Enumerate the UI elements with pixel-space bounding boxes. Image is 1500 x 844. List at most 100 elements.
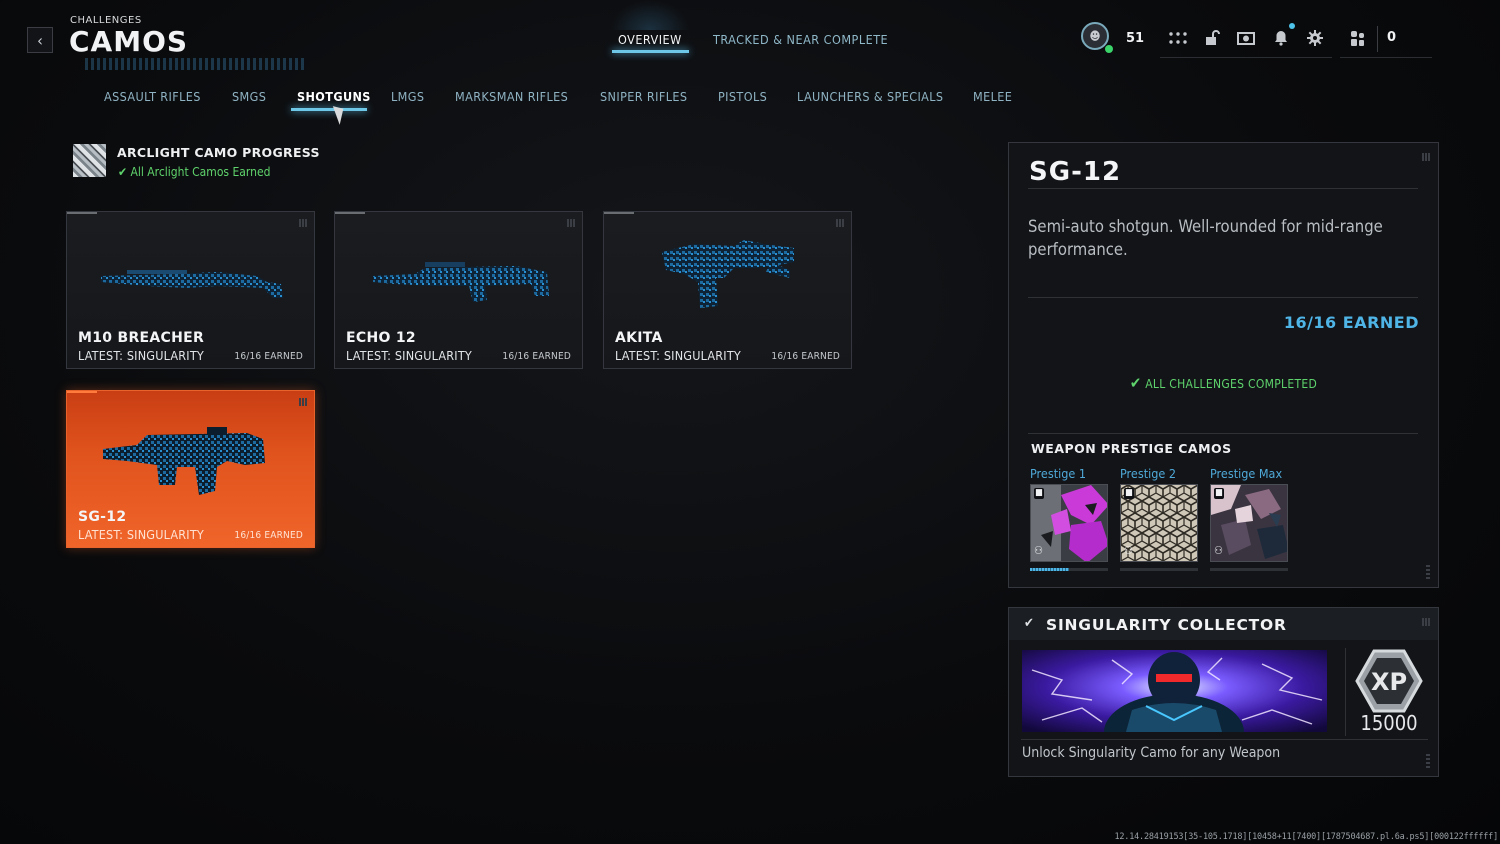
header-divider [1160, 57, 1332, 58]
prestige-2-label: Prestige 2 [1120, 466, 1177, 481]
weapon-card-sg-12[interactable]: SG-12 LATEST: SINGULARITY 16/16 EARNED [66, 390, 315, 548]
weapon-latest-camo: LATEST: SINGULARITY [346, 348, 472, 363]
weapon-card-m10-breacher[interactable]: M10 BREACHER LATEST: SINGULARITY 16/16 E… [66, 211, 315, 369]
detail-divider [1028, 297, 1418, 298]
detail-divider [1028, 188, 1418, 189]
weapon-name: SG-12 [78, 509, 127, 525]
tab-tracked-near-complete[interactable]: TRACKED & NEAR COMPLETE [713, 32, 888, 47]
tab-lmgs[interactable]: LMGS [391, 89, 424, 104]
grid-icon[interactable] [1167, 27, 1189, 49]
scroll-indicator[interactable] [1426, 754, 1430, 768]
weapon-earned-count: 16/16 EARNED [502, 351, 571, 362]
weapon-detail-panel: SG-12 Semi-auto shotgun. Well-rounded fo… [1008, 142, 1439, 588]
tab-shotguns-underline [291, 108, 367, 111]
online-status-dot [1105, 45, 1113, 53]
tab-sniper-rifles[interactable]: SNIPER RIFLES [600, 89, 687, 104]
header-vertical-divider [1377, 26, 1378, 52]
detail-weapon-name: SG-12 [1029, 157, 1122, 187]
weapon-latest-camo: LATEST: SINGULARITY [78, 348, 204, 363]
lock-icon: ■ [1034, 488, 1044, 499]
player-emblem-icon: ☻ [1089, 29, 1101, 43]
challenges-completed-status: ✔ ALL CHALLENGES COMPLETED [1129, 374, 1318, 392]
panel-corner-decoration [1422, 153, 1430, 161]
lock-icon: ■ [1214, 488, 1224, 499]
back-button[interactable]: ‹ [27, 27, 53, 53]
gear-icon[interactable] [1304, 27, 1326, 49]
prestige-section-title: WEAPON PRESTIGE CAMOS [1031, 441, 1232, 456]
prestige-badge-icon: ⚇ [1034, 544, 1043, 557]
mouse-cursor-icon [332, 103, 349, 125]
arclight-progress-title: ARCLIGHT CAMO PROGRESS [117, 145, 320, 160]
tab-melee[interactable]: MELEE [973, 89, 1012, 104]
prestige-1-progress-fill [1030, 568, 1069, 571]
xp-label: XP [1371, 668, 1407, 696]
collector-description: Unlock Singularity Camo for any Weapon [1022, 745, 1281, 761]
bell-icon[interactable] [1270, 27, 1292, 49]
prestige-max-progress [1210, 568, 1288, 571]
prestige-1-progress [1030, 568, 1108, 571]
xp-reward-amount: 15000 [1360, 711, 1418, 735]
checkmark-icon: ✔ [1024, 616, 1034, 631]
panel-corner-decoration [1422, 618, 1430, 626]
prestige-max-label: Prestige Max [1210, 466, 1283, 481]
notification-dot [1289, 23, 1295, 29]
collector-divider [1345, 648, 1346, 736]
echo-12-weapon-image [373, 262, 549, 302]
tab-pistols[interactable]: PISTOLS [718, 89, 767, 104]
weapon-earned-count: 16/16 EARNED [234, 351, 303, 362]
weapon-name: M10 BREACHER [78, 330, 205, 346]
weapon-earned-count: 16/16 EARNED [771, 351, 840, 362]
tab-assault-rifles[interactable]: ASSAULT RIFLES [104, 89, 201, 104]
tab-overview-underline [612, 50, 689, 53]
akita-weapon-image [662, 240, 794, 308]
tab-overview[interactable]: OVERVIEW [618, 32, 682, 47]
checkmark-icon: ✔ [1129, 374, 1142, 392]
weapon-earned-count: 16/16 EARNED [234, 530, 303, 541]
prestige-badge-icon: ⚇ [1214, 544, 1223, 557]
tab-glow [610, 0, 690, 30]
card-progress-bar [67, 391, 97, 393]
weapon-latest-camo: LATEST: SINGULARITY [615, 348, 741, 363]
tab-shotguns[interactable]: SHOTGUNS [297, 89, 371, 104]
card-progress-bar [335, 212, 365, 214]
header-divider [1340, 57, 1432, 58]
detail-earned-count: 16/16 EARNED [1283, 313, 1419, 332]
lock-icon: ■ [1124, 488, 1134, 499]
weapon-card-echo-12[interactable]: ECHO 12 LATEST: SINGULARITY 16/16 EARNED [334, 211, 583, 369]
prestige-badge-icon: ⚇ [1124, 544, 1133, 557]
camera-icon[interactable] [1235, 27, 1257, 49]
tab-marksman-rifles[interactable]: MARKSMAN RIFLES [455, 89, 568, 104]
page-title: CAMOS [69, 25, 189, 58]
singularity-banner-art [1022, 650, 1327, 732]
card-progress-bar [604, 212, 634, 214]
arclight-camo-thumbnail [73, 144, 106, 177]
collector-title: SINGULARITY COLLECTOR [1046, 616, 1287, 634]
build-version-string: 12.14.28419153[35-105.1718][10458+11[740… [1114, 832, 1498, 842]
m10-breacher-weapon-image [101, 270, 283, 298]
chevron-left-icon: ‹ [37, 30, 43, 50]
prestige-2-progress [1120, 568, 1198, 571]
weapon-card-akita[interactable]: AKITA LATEST: SINGULARITY 16/16 EARNED [603, 211, 852, 369]
prestige-1-camo[interactable]: ■ ⚇ [1030, 484, 1108, 562]
singularity-collector-panel: ✔ SINGULARITY COLLECTOR XP 15000 Unlock … [1008, 607, 1439, 777]
prestige-max-camo[interactable]: ■ ⚇ [1210, 484, 1288, 562]
title-decoration [85, 58, 305, 70]
sg-12-weapon-image [103, 427, 265, 495]
card-progress-bar [67, 212, 97, 214]
detail-description: Semi-auto shotgun. Well-rounded for mid-… [1028, 217, 1383, 259]
prestige-1-label: Prestige 1 [1030, 466, 1087, 481]
prestige-2-camo[interactable]: ■ ⚇ [1120, 484, 1198, 562]
tab-smgs[interactable]: SMGS [232, 89, 266, 104]
unlock-icon[interactable] [1201, 27, 1223, 49]
social-icon[interactable] [1347, 27, 1369, 49]
tab-launchers-specials[interactable]: LAUNCHERS & SPECIALS [797, 89, 943, 104]
collector-divider [1021, 739, 1428, 740]
detail-divider [1028, 433, 1418, 434]
arclight-progress-status: ✔ All Arclight Camos Earned [118, 165, 271, 179]
scroll-indicator[interactable] [1426, 565, 1430, 579]
player-level: 51 [1126, 31, 1145, 46]
checkmark-icon: ✔ [118, 165, 128, 179]
weapon-name: ECHO 12 [346, 330, 416, 346]
weapon-name: AKITA [615, 330, 663, 346]
xp-reward-icon: XP [1354, 648, 1424, 714]
